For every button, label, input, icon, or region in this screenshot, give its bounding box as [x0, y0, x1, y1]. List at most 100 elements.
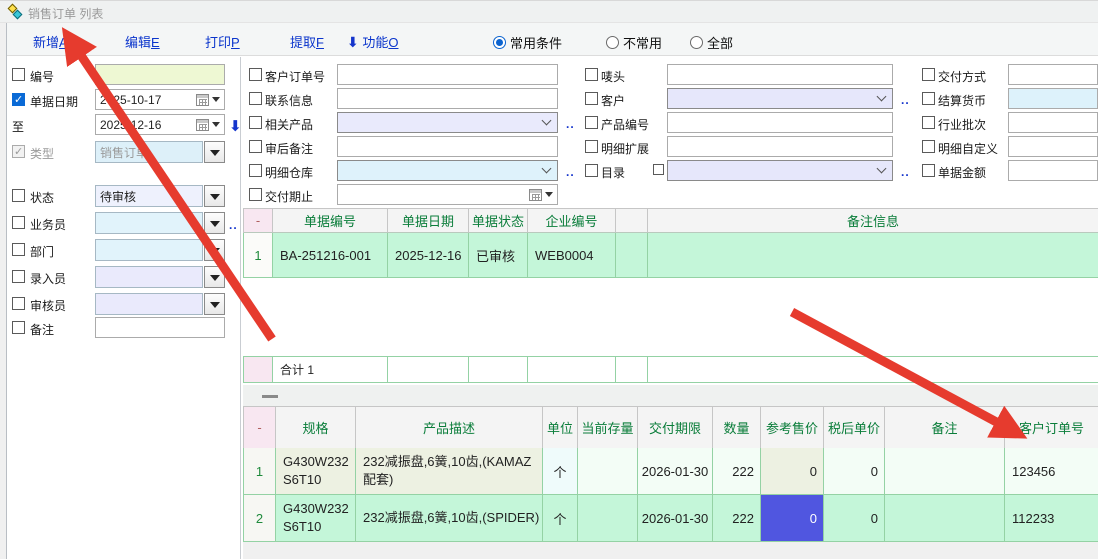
orders-table-row[interactable]: 1 BA-251216-001 2025-12-16 已审核 WEB0004	[243, 233, 1098, 278]
detail-col-selector[interactable]: -	[244, 407, 276, 449]
contact-info-input[interactable]	[337, 88, 558, 109]
radio-uncommon[interactable]: 不常用	[606, 33, 662, 52]
delivery-method-input[interactable]	[1008, 64, 1098, 85]
tax-price-cell[interactable]: 0	[824, 495, 885, 542]
cust-order-no-cell[interactable]: 123456	[1005, 448, 1098, 495]
checkbox-post-audit-note[interactable]	[249, 140, 262, 153]
ref-price-cell-selected[interactable]: 0	[761, 495, 824, 542]
checkbox-settlement-currency[interactable]	[922, 92, 935, 105]
checkbox-entry-clerk[interactable]	[12, 270, 25, 283]
orders-col-selector[interactable]: -	[244, 209, 273, 233]
doc-status-cell[interactable]: 已审核	[469, 233, 528, 278]
description-cell[interactable]: 232减振盘,6簧,10齿,(KAMAZ配套)	[356, 448, 543, 495]
checkbox-catalog-extra[interactable]	[653, 164, 664, 175]
checkbox-industry-batch[interactable]	[922, 116, 935, 129]
functions-menu-button[interactable]: ⬇ 功能O	[347, 32, 399, 51]
salesperson-combo[interactable]	[95, 212, 225, 234]
detail-col-quantity[interactable]: 数量	[713, 407, 761, 449]
remark-info-cell[interactable]	[648, 233, 1098, 278]
calendar-icon[interactable]	[529, 189, 542, 201]
checkbox-status[interactable]	[12, 189, 25, 202]
customer-combo[interactable]	[667, 88, 893, 109]
row-number-cell[interactable]: 1	[244, 448, 276, 495]
doc-date-cell[interactable]: 2025-12-16	[388, 233, 469, 278]
detail-col-note[interactable]: 备注	[885, 407, 1005, 449]
orders-col-spacer[interactable]	[616, 209, 648, 233]
spec-cell[interactable]: G430W232S6T10	[276, 495, 356, 542]
doc-amount-input[interactable]	[1008, 160, 1098, 181]
post-audit-note-input[interactable]	[337, 136, 558, 157]
related-product-combo[interactable]	[337, 112, 558, 133]
dropdown-arrow-icon[interactable]	[204, 185, 225, 207]
orders-col-doc-status[interactable]: 单据状态	[469, 209, 528, 233]
description-cell[interactable]: 232减振盘,6簧,10齿,(SPIDER)	[356, 495, 543, 542]
checkbox-number[interactable]	[12, 68, 25, 81]
catalog-ellipsis-button[interactable]: ..	[901, 165, 910, 179]
ref-price-cell[interactable]: 0	[761, 448, 824, 495]
detail-col-stock[interactable]: 当前存量	[578, 407, 638, 449]
stock-cell[interactable]	[578, 448, 638, 495]
horizontal-splitter[interactable]	[243, 385, 1098, 406]
salesperson-ellipsis-button[interactable]: ..	[229, 218, 238, 232]
extract-button[interactable]: 提取F	[290, 32, 324, 51]
doc-no-cell[interactable]: BA-251216-001	[273, 233, 388, 278]
splitter-handle-icon[interactable]	[262, 395, 278, 398]
row-number-cell[interactable]: 1	[244, 233, 273, 278]
detail-table-row[interactable]: 1 G430W232S6T10 232减振盘,6簧,10齿,(KAMAZ配套) …	[243, 448, 1098, 495]
spacer-cell[interactable]	[616, 233, 648, 278]
detail-col-cust-order-no[interactable]: 客户订单号	[1005, 407, 1098, 449]
cust-order-no-cell[interactable]: 112233	[1005, 495, 1098, 542]
print-button[interactable]: 打印P	[205, 32, 240, 51]
detail-warehouse-combo[interactable]	[337, 160, 558, 181]
detail-custom-input[interactable]	[1008, 136, 1098, 157]
orders-col-doc-no[interactable]: 单据编号	[273, 209, 388, 233]
dropdown-arrow-icon[interactable]	[204, 212, 225, 234]
orders-col-doc-date[interactable]: 单据日期	[388, 209, 469, 233]
industry-batch-input[interactable]	[1008, 112, 1098, 133]
detail-col-description[interactable]: 产品描述	[356, 407, 543, 449]
checkbox-customer[interactable]	[585, 92, 598, 105]
stock-cell[interactable]	[578, 495, 638, 542]
status-combo[interactable]: 待审核	[95, 185, 225, 207]
radio-all[interactable]: 全部	[690, 33, 733, 52]
enterprise-no-cell[interactable]: WEB0004	[528, 233, 616, 278]
catalog-combo[interactable]	[667, 160, 893, 181]
settlement-currency-input[interactable]	[1008, 88, 1098, 109]
row-number-cell[interactable]: 2	[244, 495, 276, 542]
detail-col-ref-price[interactable]: 参考售价	[761, 407, 824, 449]
checkbox-detail-custom[interactable]	[922, 140, 935, 153]
doc-date-to-field[interactable]: 2025-12-16	[95, 114, 225, 135]
auditor-combo[interactable]	[95, 293, 225, 315]
calendar-icon[interactable]	[196, 94, 209, 106]
type-combo[interactable]: 销售订单	[95, 141, 225, 163]
shipping-mark-input[interactable]	[667, 64, 893, 85]
checkbox-delivery-deadline[interactable]	[249, 188, 262, 201]
checkbox-delivery-method[interactable]	[922, 68, 935, 81]
radio-common-conditions[interactable]: 常用条件	[493, 33, 562, 52]
dropdown-arrow-icon[interactable]	[545, 192, 553, 201]
checkbox-doc-date[interactable]	[12, 93, 25, 106]
dropdown-arrow-icon[interactable]	[204, 266, 225, 288]
checkbox-doc-amount[interactable]	[922, 164, 935, 177]
customer-ellipsis-button[interactable]: ..	[901, 93, 910, 107]
tax-price-cell[interactable]: 0	[824, 448, 885, 495]
related-product-ellipsis-button[interactable]: ..	[566, 117, 575, 131]
quantity-cell[interactable]: 222	[713, 448, 761, 495]
checkbox-salesperson[interactable]	[12, 216, 25, 229]
quantity-cell[interactable]: 222	[713, 495, 761, 542]
checkbox-product-no[interactable]	[585, 116, 598, 129]
note-cell[interactable]	[885, 495, 1005, 542]
dropdown-arrow-icon[interactable]	[204, 293, 225, 315]
checkbox-related-product[interactable]	[249, 116, 262, 129]
checkbox-detail-extension[interactable]	[585, 140, 598, 153]
checkbox-shipping-mark[interactable]	[585, 68, 598, 81]
checkbox-customer-order-no[interactable]	[249, 68, 262, 81]
note-cell[interactable]	[885, 448, 1005, 495]
dropdown-arrow-icon[interactable]	[204, 239, 225, 261]
product-no-input[interactable]	[667, 112, 893, 133]
calendar-icon[interactable]	[196, 119, 209, 131]
orders-col-remark-info[interactable]: 备注信息	[648, 209, 1098, 233]
detail-table-row[interactable]: 2 G430W232S6T10 232减振盘,6簧,10齿,(SPIDER) 个…	[243, 495, 1098, 542]
customer-order-no-input[interactable]	[337, 64, 558, 85]
doc-date-from-field[interactable]: 2025-10-17	[95, 89, 225, 110]
